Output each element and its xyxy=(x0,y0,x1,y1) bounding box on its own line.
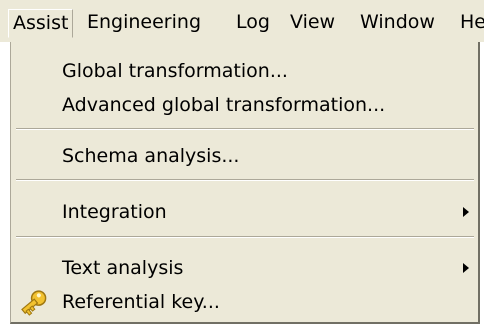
menu-item-label: Schema analysis... xyxy=(62,145,240,167)
menu-item-schema-analysis[interactable]: Schema analysis... xyxy=(11,139,477,173)
menu-window-label: Window xyxy=(360,11,435,33)
menu-separator xyxy=(16,236,474,238)
menu-item-advanced-global-transformation[interactable]: Advanced global transformation... xyxy=(11,88,477,122)
menu-engineering-label: Engineering xyxy=(87,11,201,33)
menu-item-integration[interactable]: Integration xyxy=(11,195,477,229)
menu-item-global-transformation[interactable]: Global transformation... xyxy=(11,54,477,88)
menu-window[interactable]: Window xyxy=(360,9,435,36)
assist-dropdown-menu: Global transformation... Advanced global… xyxy=(10,42,480,324)
menu-item-label: Referential key... xyxy=(62,291,220,313)
menu-assist[interactable]: Assist xyxy=(8,9,74,38)
submenu-arrow-icon xyxy=(463,263,469,273)
menu-item-label: Global transformation... xyxy=(62,60,288,82)
menu-item-text-analysis[interactable]: Text analysis xyxy=(11,251,477,285)
submenu-arrow-icon xyxy=(463,207,469,217)
menu-item-label: Advanced global transformation... xyxy=(62,94,386,116)
key-icon xyxy=(18,287,50,317)
menu-assist-label: Assist xyxy=(13,12,69,34)
menu-engineering[interactable]: Engineering xyxy=(87,9,201,36)
menu-bar: Assist Engineering Log View Window He xyxy=(0,0,484,42)
menu-view[interactable]: View xyxy=(290,9,335,36)
menu-item-label: Integration xyxy=(62,201,167,223)
menu-help[interactable]: He xyxy=(460,9,484,36)
menu-separator xyxy=(16,128,474,130)
menu-item-label: Text analysis xyxy=(62,257,184,279)
menu-log[interactable]: Log xyxy=(236,9,270,36)
menu-item-referential-key[interactable]: Referential key... xyxy=(11,285,477,319)
menu-view-label: View xyxy=(290,11,336,33)
menu-help-label: He xyxy=(460,11,484,33)
menu-separator xyxy=(16,179,474,181)
menu-log-label: Log xyxy=(236,11,270,33)
